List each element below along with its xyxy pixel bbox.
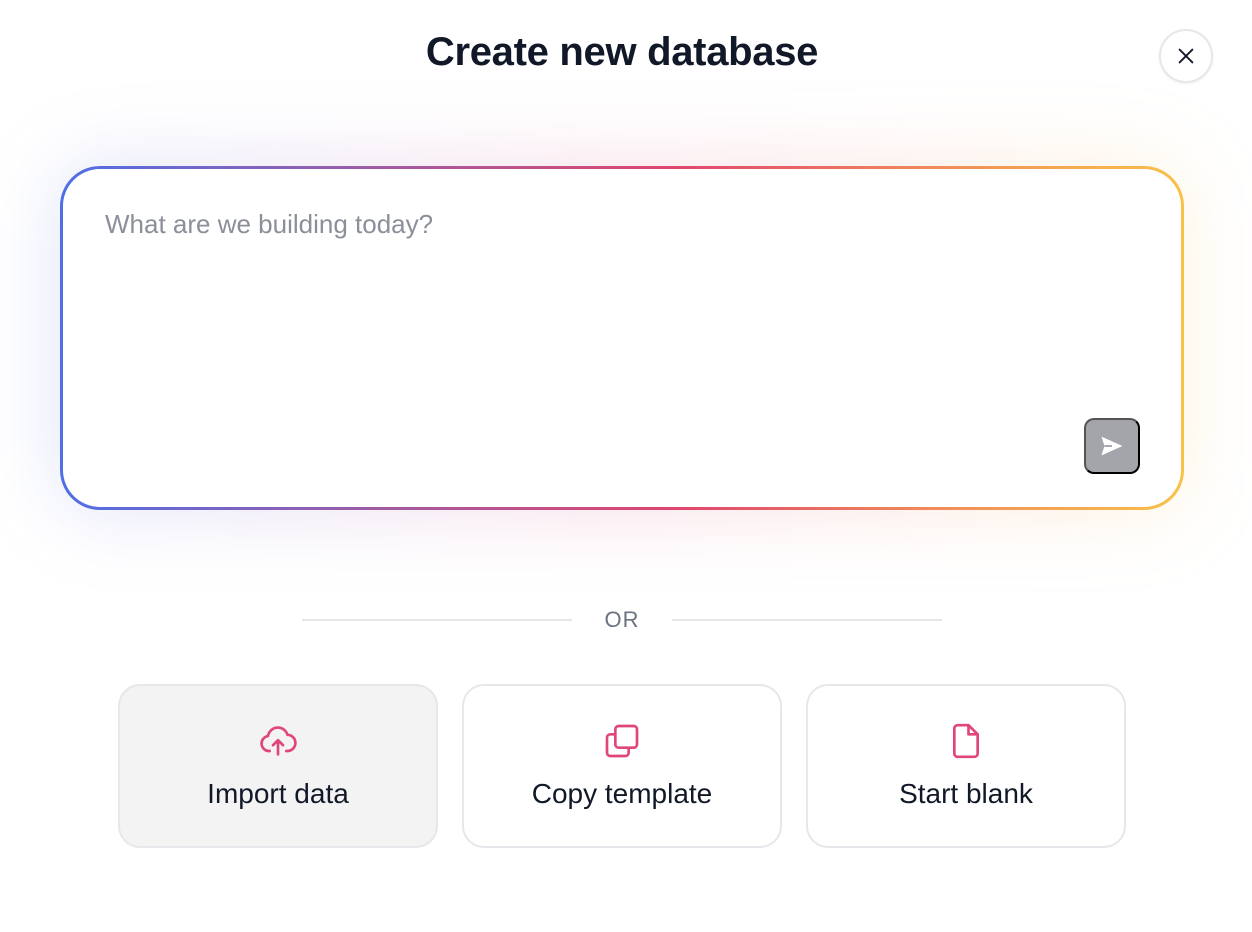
divider-text: OR [604, 607, 640, 632]
send-button[interactable] [1084, 418, 1140, 474]
option-label: Import data [207, 778, 349, 809]
prompt-box [60, 166, 1184, 510]
start-blank-option[interactable]: Start blank [806, 684, 1126, 848]
file-icon [945, 720, 987, 762]
option-label: Copy template [531, 778, 713, 809]
divider-line-left [302, 619, 572, 621]
or-divider: OR [302, 604, 942, 636]
close-icon [1175, 45, 1197, 67]
divider-line-right [672, 619, 942, 621]
option-cards: Import data Copy template Start blank [118, 684, 1126, 848]
cloud-upload-icon [257, 720, 299, 762]
create-database-dialog: Create new database OR [0, 0, 1252, 932]
dialog-title: Create new database [425, 30, 819, 74]
import-data-option[interactable]: Import data [118, 684, 438, 848]
copy-template-option[interactable]: Copy template [462, 684, 782, 848]
option-label: Start blank [899, 778, 1033, 809]
send-icon [1098, 432, 1126, 460]
prompt-input[interactable] [105, 209, 1105, 409]
close-button[interactable] [1159, 29, 1213, 83]
copy-icon [601, 720, 643, 762]
prompt-inner [63, 169, 1181, 507]
